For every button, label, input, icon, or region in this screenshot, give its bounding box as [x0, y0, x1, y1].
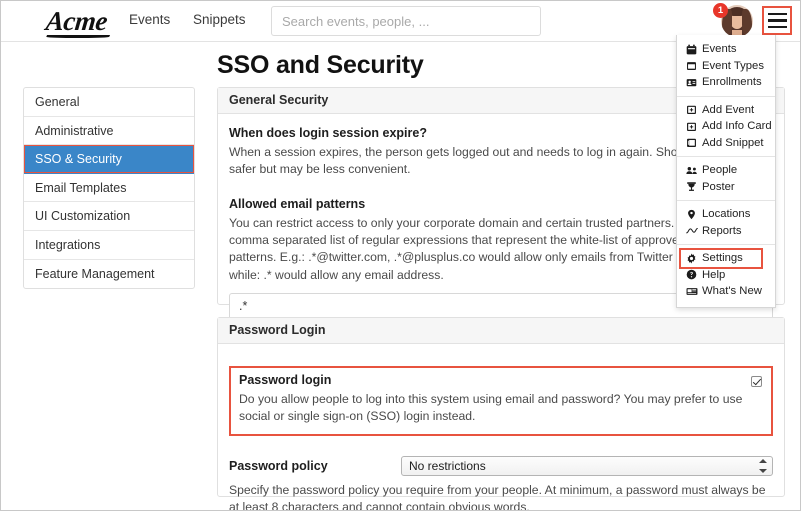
nav-link-snippets[interactable]: Snippets — [193, 12, 246, 27]
hamburger-menu-icon[interactable] — [762, 6, 792, 35]
password-policy-row: Password policy No restrictions — [229, 456, 773, 476]
brand-logo-text: Acme — [44, 8, 108, 35]
password-login-toggle-row[interactable]: Password login Do you allow people to lo… — [229, 366, 773, 436]
search-box — [271, 6, 541, 36]
brand-logo[interactable]: Acme — [21, 4, 131, 38]
password-login-card: Password Login Password login Do you all… — [217, 317, 785, 497]
menu-item-label: Locations — [702, 206, 750, 223]
people-icon — [685, 165, 698, 176]
menu-separator — [677, 244, 775, 245]
poster-icon — [685, 181, 698, 192]
menu-item-label: Add Info Card — [702, 118, 772, 135]
news-icon — [685, 286, 698, 297]
menu-item-label: Enrollments — [702, 74, 762, 91]
menu-item-add-event[interactable]: Add Event — [677, 102, 775, 119]
calendar-blank-icon — [685, 60, 698, 71]
id-card-icon — [685, 77, 698, 88]
menu-item-add-snippet[interactable]: Add Snippet — [677, 135, 775, 152]
avatar-area[interactable]: 1 — [721, 5, 753, 37]
sidebar-item-ui-customization[interactable]: UI Customization — [24, 202, 194, 231]
main-dropdown-menu: Events Event Types Enrollments Add Event — [676, 35, 776, 308]
password-login-card-header: Password Login — [218, 318, 784, 344]
password-policy-select[interactable]: No restrictions — [401, 456, 773, 476]
menu-item-events[interactable]: Events — [677, 41, 775, 58]
snippet-icon — [685, 137, 698, 148]
password-login-card-body: Password login Do you allow people to lo… — [218, 344, 784, 511]
sidebar-item-sso-security[interactable]: SSO & Security — [24, 145, 194, 174]
page-title: SSO and Security — [217, 51, 424, 80]
map-pin-icon — [685, 209, 698, 220]
hamburger-bar-3 — [768, 26, 787, 29]
notification-badge: 1 — [713, 3, 728, 18]
password-login-title: Password login — [239, 373, 763, 387]
hamburger-bar-2 — [768, 19, 787, 22]
sidebar-item-administrative[interactable]: Administrative — [24, 117, 194, 146]
password-policy-select-wrap: No restrictions — [401, 456, 773, 476]
menu-item-label: Settings — [702, 250, 743, 267]
menu-item-label: Help — [702, 267, 725, 284]
card-plus-icon — [685, 121, 698, 132]
menu-separator — [677, 96, 775, 97]
settings-sidebar: General Administrative SSO & Security Em… — [23, 87, 195, 289]
help-circle-icon — [685, 269, 698, 280]
sidebar-item-integrations[interactable]: Integrations — [24, 231, 194, 260]
menu-item-people[interactable]: People — [677, 162, 775, 179]
gear-icon — [685, 253, 698, 264]
password-login-checkbox[interactable] — [751, 376, 762, 387]
menu-item-label: Events — [702, 41, 737, 58]
menu-item-locations[interactable]: Locations — [677, 206, 775, 223]
sidebar-item-email-templates[interactable]: Email Templates — [24, 174, 194, 203]
password-login-description: Do you allow people to log into this sys… — [239, 391, 763, 426]
menu-item-label: Event Types — [702, 58, 764, 75]
calendar-icon — [685, 44, 698, 55]
menu-item-enrollments[interactable]: Enrollments — [677, 74, 775, 91]
menu-item-whats-new[interactable]: What's New — [677, 283, 775, 300]
menu-item-label: Poster — [702, 179, 735, 196]
hamburger-bar-1 — [768, 13, 787, 16]
password-policy-description: Specify the password policy you require … — [229, 482, 773, 511]
menu-item-label: What's New — [702, 283, 762, 300]
menu-separator — [677, 200, 775, 201]
menu-item-reports[interactable]: Reports — [677, 223, 775, 240]
calendar-plus-icon — [685, 104, 698, 115]
chart-line-icon — [685, 225, 698, 236]
avatar-hair-right — [742, 9, 752, 35]
menu-item-label: Add Snippet — [702, 135, 764, 152]
menu-item-event-types[interactable]: Event Types — [677, 58, 775, 75]
menu-item-settings[interactable]: Settings — [677, 250, 775, 267]
menu-item-add-info-card[interactable]: Add Info Card — [677, 118, 775, 135]
password-policy-label: Password policy — [229, 459, 401, 473]
sidebar-item-general[interactable]: General — [24, 88, 194, 117]
menu-item-poster[interactable]: Poster — [677, 179, 775, 196]
menu-separator — [677, 156, 775, 157]
menu-item-help[interactable]: Help — [677, 267, 775, 284]
menu-item-label: People — [702, 162, 737, 179]
search-input[interactable] — [271, 6, 541, 36]
sidebar-item-feature-management[interactable]: Feature Management — [24, 260, 194, 289]
app-window: Acme Events Snippets 1 SSO and Security — [0, 0, 801, 511]
nav-link-events[interactable]: Events — [129, 12, 170, 27]
menu-item-label: Add Event — [702, 102, 754, 119]
menu-item-label: Reports — [702, 223, 742, 240]
